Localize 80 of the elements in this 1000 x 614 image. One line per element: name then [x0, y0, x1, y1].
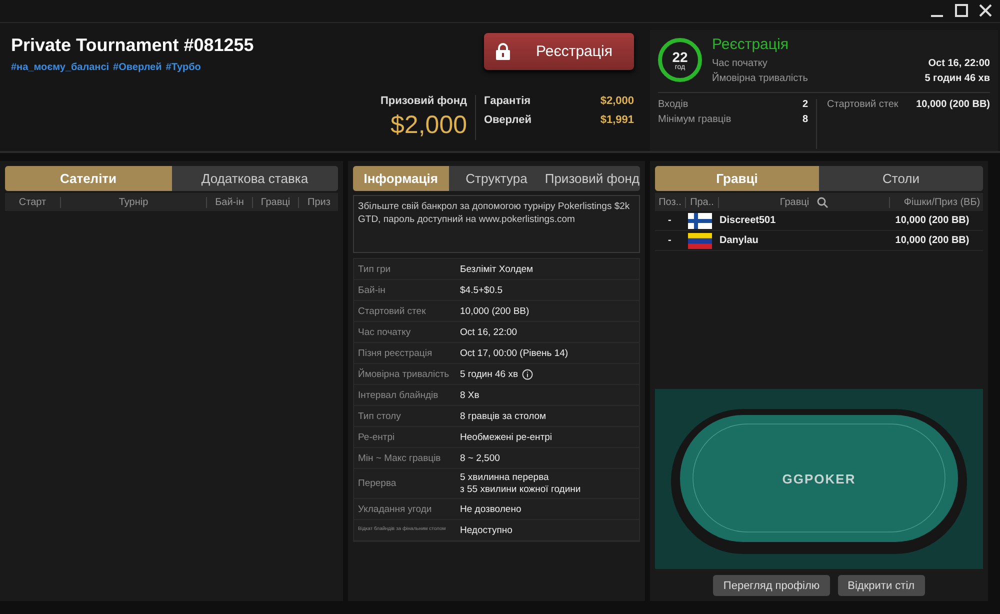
column-header[interactable]: Турнір — [61, 196, 207, 208]
info-label: Мін ~ Макс гравців — [358, 452, 442, 464]
column-header[interactable]: Гравці — [780, 196, 810, 208]
lock-icon — [496, 43, 510, 60]
info-value: Oct 16, 22:00 — [460, 326, 518, 338]
info-value: 8 ~ 2,500 — [460, 452, 500, 464]
status-value: Oct 16, 22:00 — [928, 58, 990, 69]
tournament-title: Private Tournament #081255 — [11, 35, 255, 56]
flag-icon — [688, 232, 712, 248]
hashtag-link[interactable]: #на_моєму_балансі — [11, 62, 110, 73]
info-value: з 55 хвилини кожної години — [460, 484, 581, 495]
prize-pool-value: $2,000 — [390, 111, 467, 140]
stat-value: 2 — [802, 99, 808, 110]
search-icon[interactable] — [817, 196, 828, 208]
position-cell-text: - — [666, 215, 672, 226]
tab[interactable]: Інформація — [353, 166, 449, 191]
status-value: 5 годин 46 хв — [924, 73, 990, 84]
register-button[interactable]: Реєстрація — [484, 33, 634, 70]
flag-icon — [688, 212, 712, 228]
info-value: Oct 17, 00:00 (Рівень 14) — [460, 348, 568, 358]
prize-pool-label: Призовий фонд — [380, 95, 467, 107]
info-value: Безліміт Холдем — [460, 264, 534, 274]
player-row[interactable]: - Discreet501 10,000 (200 BB) — [655, 211, 983, 231]
status-label: Час початку — [712, 58, 768, 69]
tournament-description: Збільште свій банкрол за допомогою турніру Pokerlistings $2k GTD, пароль доступний на www.pokerlistings.com — [353, 195, 640, 253]
info-value: Недоступно — [460, 524, 512, 536]
column-header[interactable]: Бай-ін — [207, 196, 253, 208]
prize-detail-label: Оверлей — [484, 114, 532, 126]
info-label: Інтервал блайндів — [358, 390, 440, 400]
position-cell-text: - — [666, 235, 672, 246]
info-value: $4.5+$0.5 — [460, 284, 503, 296]
info-label: Ймовірна тривалість — [358, 368, 450, 380]
stat-label: Стартовий стек — [827, 99, 898, 110]
info-value: 5 хвилинна перерва — [460, 472, 549, 483]
action-button[interactable]: Перегляд профілю — [713, 575, 830, 596]
column-header[interactable]: Приз — [299, 196, 339, 208]
info-label: Час початку — [358, 326, 412, 338]
info-value: Не дозволено — [460, 504, 522, 514]
info-icon[interactable] — [522, 368, 533, 380]
column-header[interactable]: Пра.. — [686, 196, 719, 208]
hashtag-link[interactable]: #Оверлей — [113, 62, 162, 73]
stat-value: 8 — [802, 114, 808, 125]
chips-cell-text: 10,000 (200 BB) — [894, 235, 970, 246]
info-label: Укладання угоди — [358, 504, 433, 514]
info-value: 5 годин 46 хв — [460, 368, 518, 380]
tab[interactable]: Гравці — [655, 166, 819, 191]
prize-detail-value: $2,000 — [599, 95, 634, 107]
hashtag-link[interactable]: #Турбо — [166, 62, 201, 73]
status-label: Ймовірна тривалість — [712, 73, 808, 84]
status-title: Реєстрація — [712, 36, 790, 53]
action-button[interactable]: Відкрити стіл — [838, 575, 925, 596]
stat-label: Мінімум гравців — [658, 114, 732, 125]
column-header[interactable]: Фішки/Приз (ВБ) — [890, 196, 994, 208]
info-value: Необмежені ре-ентрі — [460, 432, 552, 442]
info-label: Бай-ін — [358, 284, 386, 296]
column-header[interactable]: Гравці — [253, 196, 299, 208]
tab[interactable]: Призовий фонд — [544, 166, 640, 191]
table-logo: GGPOKER — [782, 472, 856, 486]
info-label: Ре-ентрі — [358, 432, 396, 442]
info-value: 8 Хв — [460, 390, 480, 400]
prize-detail-label: Гарантія — [484, 95, 532, 107]
column-header[interactable]: Старт — [5, 196, 61, 208]
tab[interactable]: Сателіти — [5, 166, 172, 191]
info-label: Тип гри — [358, 264, 392, 274]
player-row[interactable]: - Danylau 10,000 (200 BB) — [655, 231, 983, 251]
player-name: Danylau — [718, 235, 760, 246]
info-label: Пізня реєстрація — [358, 348, 434, 358]
info-label: Тип столу — [358, 410, 402, 422]
maximize-icon[interactable] — [952, 2, 970, 20]
info-label: Стартовий стек — [358, 306, 427, 316]
prize-detail-value: $1,991 — [599, 114, 634, 126]
stat-value: 10,000 (200 BB) — [916, 99, 990, 110]
countdown-value: 22 — [672, 50, 688, 64]
info-value: 8 гравців за столом — [460, 410, 546, 422]
info-label: Перерва — [358, 478, 398, 489]
column-header[interactable]: Поз.. — [655, 196, 686, 208]
player-name: Discreet501 — [718, 215, 777, 226]
chips-cell-text: 10,000 (200 BB) — [894, 215, 970, 226]
info-value: 10,000 (200 BB) — [460, 306, 530, 316]
stat-label: Входів — [658, 99, 688, 110]
